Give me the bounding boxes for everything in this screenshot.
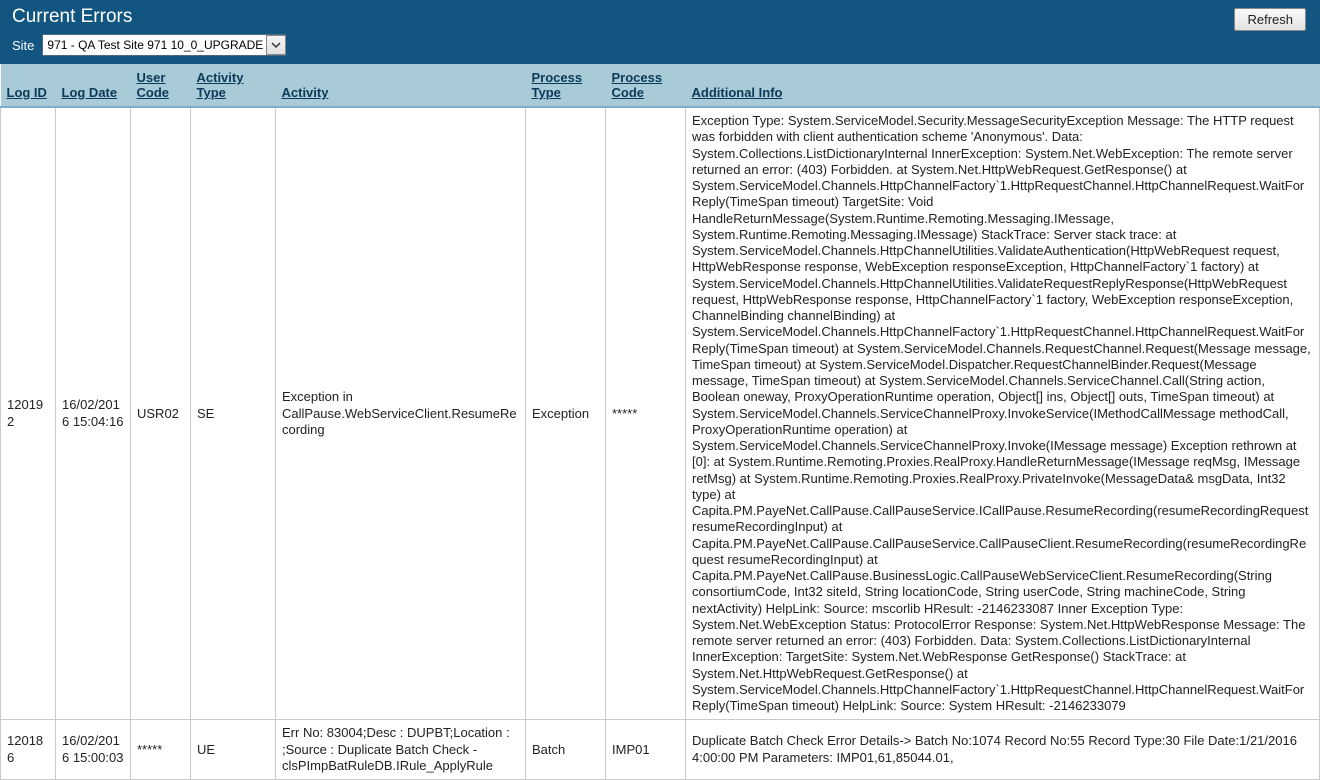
- errors-table: Log ID Log Date User Code Activity Type …: [0, 64, 1320, 780]
- cell-activity-type: UE: [191, 720, 276, 780]
- site-filter-row: Site 971 - QA Test Site 971 10_0_UPGRADE: [12, 34, 1308, 56]
- cell-process-type: Batch: [526, 720, 606, 780]
- cell-user-code: *****: [131, 720, 191, 780]
- table-header-row: Log ID Log Date User Code Activity Type …: [1, 64, 1320, 107]
- cell-process-type: Exception: [526, 107, 606, 720]
- cell-activity-type: SE: [191, 107, 276, 720]
- cell-log-id: 120186: [1, 720, 56, 780]
- page-header: Current Errors Site 971 - QA Test Site 9…: [0, 0, 1320, 64]
- site-select-dropdown-button[interactable]: [266, 35, 286, 55]
- cell-log-id: 120192: [1, 107, 56, 720]
- cell-log-date: 16/02/2016 15:04:16: [56, 107, 131, 720]
- col-header-activity-type[interactable]: Activity Type: [197, 70, 244, 100]
- col-header-activity[interactable]: Activity: [282, 85, 329, 100]
- site-select-value: 971 - QA Test Site 971 10_0_UPGRADE: [43, 36, 267, 54]
- refresh-button[interactable]: Refresh: [1234, 8, 1306, 31]
- cell-user-code: USR02: [131, 107, 191, 720]
- site-label: Site: [12, 38, 34, 53]
- col-header-log-date[interactable]: Log Date: [62, 85, 118, 100]
- cell-additional-info: Exception Type: System.ServiceModel.Secu…: [686, 107, 1320, 720]
- col-header-user-code[interactable]: User Code: [137, 70, 170, 100]
- cell-process-code: *****: [606, 107, 686, 720]
- col-header-additional-info[interactable]: Additional Info: [692, 85, 783, 100]
- cell-process-code: IMP01: [606, 720, 686, 780]
- cell-activity: Exception in CallPause.WebServiceClient.…: [276, 107, 526, 720]
- table-row: 120192 16/02/2016 15:04:16 USR02 SE Exce…: [1, 107, 1320, 720]
- cell-activity: Err No: 83004;Desc : DUPBT;Location : ;S…: [276, 720, 526, 780]
- page-title: Current Errors: [12, 6, 1308, 28]
- chevron-down-icon: [271, 40, 281, 50]
- site-select[interactable]: 971 - QA Test Site 971 10_0_UPGRADE: [42, 34, 286, 56]
- cell-log-date: 16/02/2016 15:00:03: [56, 720, 131, 780]
- col-header-process-code[interactable]: Process Code: [612, 70, 663, 100]
- col-header-process-type[interactable]: Process Type: [532, 70, 583, 100]
- table-row: 120186 16/02/2016 15:00:03 ***** UE Err …: [1, 720, 1320, 780]
- col-header-log-id[interactable]: Log ID: [7, 85, 47, 100]
- cell-additional-info: Duplicate Batch Check Error Details-> Ba…: [686, 720, 1320, 780]
